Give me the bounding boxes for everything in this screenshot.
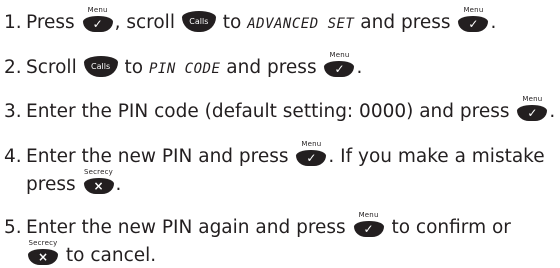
step-text: . — [115, 174, 122, 195]
step-text: Scroll — [26, 57, 77, 78]
step-number: 3. — [4, 101, 22, 122]
secrecy-key-icon: Secrecy × — [27, 239, 59, 265]
step-text: to confirm or — [391, 217, 511, 238]
display-text: ADVANCED SET — [247, 16, 355, 32]
menu-key-caption: Menu — [522, 95, 543, 103]
calls-key-label: Calls — [181, 11, 216, 32]
step-2: 2. Scroll Calls to PIN CODE and press Men… — [4, 51, 560, 79]
step-number: 1. — [4, 12, 22, 33]
step-text: . — [490, 12, 497, 33]
step-text: press — [26, 174, 76, 195]
secrecy-key-icon: Secrecy × — [83, 168, 115, 194]
step-text: , scroll — [114, 12, 175, 33]
step-number: 2. — [4, 57, 22, 78]
calls-key-label: Calls — [83, 56, 118, 77]
menu-key-caption: Menu — [358, 211, 379, 219]
menu-key-caption: Menu — [329, 51, 350, 59]
step-5: 5. Enter the new PIN again and press Menu… — [4, 211, 560, 238]
menu-key-icon: Menu ✓ — [353, 211, 385, 237]
checkmark-icon: ✓ — [324, 61, 355, 77]
calls-key-icon: Calls — [83, 55, 118, 77]
secrecy-key-caption: Secrecy — [28, 239, 58, 247]
step-3: 3. Enter the PIN code (default setting: 0… — [4, 95, 560, 122]
calls-key-icon: Calls — [181, 10, 216, 32]
step-text: and press — [360, 12, 451, 33]
checkmark-icon: ✓ — [82, 16, 113, 32]
checkmark-icon: ✓ — [458, 16, 489, 32]
menu-key-icon: Menu ✓ — [295, 140, 327, 166]
menu-key-icon: Menu ✓ — [516, 95, 548, 121]
step-4-continued: press Secrecy ×. — [4, 168, 560, 195]
cross-icon: × — [83, 178, 114, 194]
step-1: 1. Press Menu ✓, scroll Calls to ADVANCED … — [4, 6, 560, 34]
step-text: Press — [26, 12, 75, 33]
step-text: to — [124, 57, 144, 78]
menu-key-caption: Menu — [463, 6, 484, 14]
step-number: 5. — [4, 217, 22, 238]
step-text: Enter the PIN code (default setting: 000… — [26, 101, 510, 122]
checkmark-icon: ✓ — [353, 221, 384, 237]
checkmark-icon: ✓ — [517, 105, 548, 121]
step-text: to — [222, 12, 242, 33]
menu-key-icon: Menu ✓ — [323, 51, 355, 77]
display-text: PIN CODE — [148, 61, 221, 77]
menu-key-caption: Menu — [87, 6, 108, 14]
step-4: 4. Enter the new PIN and press Menu ✓. If … — [4, 140, 560, 167]
step-5-continued: Secrecy × to cancel. — [4, 239, 560, 266]
step-text: and press — [226, 57, 317, 78]
menu-key-caption: Menu — [301, 140, 322, 148]
checkmark-icon: ✓ — [296, 150, 327, 166]
menu-key-icon: Menu ✓ — [82, 6, 114, 32]
step-number: 4. — [4, 146, 22, 167]
secrecy-key-caption: Secrecy — [83, 168, 114, 176]
step-text: . If you make a mistake — [328, 146, 545, 167]
step-text: Enter the new PIN again and press — [26, 217, 346, 238]
step-text: . — [356, 57, 363, 78]
step-text: . — [549, 101, 556, 122]
step-text: Enter the new PIN and press — [26, 146, 289, 167]
cross-icon: × — [28, 249, 58, 265]
step-text: to cancel. — [65, 245, 157, 266]
menu-key-icon: Menu ✓ — [457, 6, 489, 32]
